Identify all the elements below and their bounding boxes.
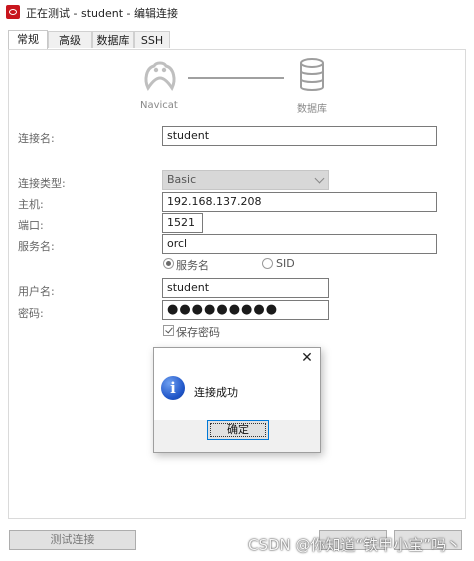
- conn-type-select[interactable]: Basic: [162, 170, 329, 190]
- navicat-logo-icon: [144, 61, 176, 91]
- info-icon: [161, 376, 185, 400]
- password-input[interactable]: ●●●●●●●●●: [162, 300, 329, 320]
- user-input[interactable]: student: [162, 278, 329, 298]
- tab-database[interactable]: 数据库: [92, 31, 134, 48]
- port-input[interactable]: 1521: [162, 213, 203, 233]
- dialog-ok-button[interactable]: 确定: [207, 420, 269, 440]
- host-input[interactable]: 192.168.137.208: [162, 192, 437, 212]
- conn-type-value: Basic: [167, 173, 197, 186]
- tab-ssh[interactable]: SSH: [134, 31, 170, 48]
- chevron-down-icon: [314, 173, 325, 184]
- tab-general[interactable]: 常规: [8, 30, 48, 49]
- user-label: 用户名:: [18, 285, 55, 298]
- conn-name-input[interactable]: student: [162, 126, 437, 146]
- tab-advanced[interactable]: 高级: [48, 31, 92, 48]
- password-label: 密码:: [18, 307, 44, 320]
- conn-type-label: 连接类型:: [18, 177, 66, 190]
- service-label: 服务名:: [18, 240, 55, 253]
- navicat-label: Navicat: [140, 100, 178, 111]
- service-input[interactable]: orcl: [162, 234, 437, 254]
- close-icon[interactable]: ✕: [300, 351, 314, 365]
- dialog-message: 连接成功: [194, 386, 238, 399]
- database-icon: [300, 58, 324, 91]
- service-name-radio[interactable]: [163, 258, 174, 269]
- connection-line: [188, 77, 284, 79]
- conn-name-label: 连接名:: [18, 132, 55, 145]
- host-label: 主机:: [18, 198, 44, 211]
- port-label: 端口:: [18, 219, 44, 232]
- sid-radio[interactable]: [262, 258, 273, 269]
- save-password-label: 保存密码: [176, 326, 220, 339]
- success-dialog: ✕ 连接成功 确定: [153, 347, 321, 453]
- database-label: 数据库: [297, 104, 327, 115]
- title-bar[interactable]: 正在测试 - student - 编辑连接: [0, 0, 474, 24]
- test-connection-button[interactable]: 测试连接: [9, 530, 136, 550]
- service-name-radio-label: 服务名: [176, 259, 209, 272]
- navicat-app-icon: [6, 5, 20, 19]
- sid-radio-label: SID: [276, 257, 295, 270]
- save-password-checkbox[interactable]: [163, 325, 174, 336]
- window-title: 正在测试 - student - 编辑连接: [26, 7, 178, 20]
- csdn-watermark: CSDN @你知道“铁甲小宝”吗丶: [248, 536, 462, 554]
